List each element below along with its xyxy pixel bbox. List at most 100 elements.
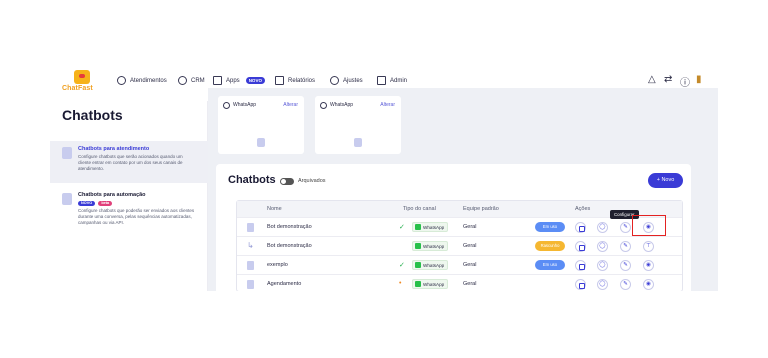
col-canal: Tipo do canal [403, 206, 436, 212]
channel-card[interactable]: WhatsApp Alterar [315, 96, 401, 154]
table-row[interactable]: exemplo ✓ WhatsApp Geral Em uso ◯ ✎ ◉ [237, 255, 682, 274]
main-area: WhatsApp Alterar WhatsApp Alterar Chatbo… [208, 88, 718, 291]
bot-icon [247, 223, 254, 232]
bot-name: Bot demonstração [267, 224, 312, 230]
team-name: Geral [463, 262, 477, 268]
team-name: Geral [463, 243, 477, 249]
bot-icon [257, 138, 265, 147]
chatbots-panel: Chatbots Arquivados + Novo Nome Tipo do … [216, 164, 691, 291]
copy-icon[interactable]: ◯ [597, 241, 608, 252]
status-badge: Em uso [535, 222, 565, 232]
configure-icon[interactable]: ◉ [643, 279, 654, 290]
channel-card[interactable]: WhatsApp Alterar [218, 96, 304, 154]
beta-tag: beta [98, 200, 113, 206]
alterar-link[interactable]: Alterar [380, 102, 395, 108]
check-icon: ✓ [399, 262, 405, 269]
report-icon [275, 76, 284, 85]
alterar-link[interactable]: Alterar [283, 102, 298, 108]
table-row[interactable]: Agendamento • WhatsApp Geral ◯ ✎ ◉ [237, 274, 682, 291]
sidebar-item-automacao[interactable]: Chatbots para automação NOVO beta Config… [50, 187, 208, 241]
publish-icon[interactable]: ⊤ [643, 241, 654, 252]
configure-icon[interactable]: ◉ [643, 260, 654, 271]
chatfast-logo[interactable]: ChatFast [62, 70, 102, 96]
table-row[interactable]: ↳ Bot demonstração WhatsApp Geral Rascun… [237, 236, 682, 255]
nav-apps[interactable]: Apps NOVO [213, 76, 265, 85]
copy-icon[interactable]: ◯ [597, 260, 608, 271]
bot-name: exemplo [267, 262, 288, 268]
nav-label: Admin [390, 77, 408, 84]
bot-icon [62, 147, 72, 159]
channel-label: WhatsApp [423, 224, 445, 230]
sub-item-arrow-icon: ↳ [247, 241, 254, 250]
bell-icon[interactable]: △ [648, 74, 656, 85]
nav-relatorios[interactable]: Relatórios [275, 76, 315, 85]
archived-label: Arquivados [298, 178, 326, 184]
edit-flow-icon[interactable] [575, 222, 586, 233]
check-icon: ✓ [399, 224, 405, 231]
status-badge: Rascunho [535, 241, 565, 251]
chat-icon [117, 76, 126, 85]
sidebar-item-atendimento[interactable]: Chatbots para atendimento Configure chat… [50, 141, 208, 183]
edit-flow-icon[interactable] [575, 241, 586, 252]
nav-label: CRM [191, 77, 205, 84]
channel-label: WhatsApp [423, 262, 445, 268]
pencil-icon[interactable]: ✎ [620, 260, 631, 271]
copy-icon[interactable]: ◯ [597, 279, 608, 290]
nav-atendimentos[interactable]: Atendimentos [117, 76, 167, 85]
bot-name: Agendamento [267, 281, 302, 287]
table-row[interactable]: Bot demonstração ✓ WhatsApp Geral Em uso… [237, 217, 682, 236]
copy-icon[interactable]: ◯ [597, 222, 608, 233]
channel-chip: WhatsApp [412, 260, 449, 270]
pencil-icon[interactable]: ✎ [620, 222, 631, 233]
new-chatbot-button[interactable]: + Novo [648, 173, 683, 188]
bot-icon [62, 193, 72, 205]
page-title: Chatbots [62, 107, 123, 123]
channel-chip: WhatsApp [412, 279, 449, 289]
share-icon[interactable]: ⇄ [664, 74, 672, 85]
channel-label: WhatsApp [423, 243, 445, 249]
edit-flow-icon[interactable] [575, 260, 586, 271]
whatsapp-icon [415, 262, 421, 268]
nav-label: Ajustes [343, 77, 363, 84]
pencil-icon[interactable]: ✎ [620, 279, 631, 290]
col-nome: Nome [267, 206, 282, 212]
edit-flow-icon[interactable] [575, 279, 586, 290]
nav-crm[interactable]: CRM [178, 76, 205, 85]
sidebar: Chatbots Chatbots para atendimento Confi… [50, 101, 208, 291]
channel-chip: WhatsApp [412, 222, 449, 232]
col-acoes: Ações [575, 206, 591, 212]
status-badge: Em uso [535, 260, 565, 270]
new-tag: NOVO [78, 200, 96, 206]
logo-text: ChatFast [62, 85, 93, 92]
nav-admin[interactable]: Admin [377, 76, 407, 85]
panel-title: Chatbots [228, 174, 276, 186]
team-name: Geral [463, 281, 477, 287]
bot-name: Bot demonstração [267, 243, 312, 249]
crm-icon [178, 76, 187, 85]
team-name: Geral [463, 224, 477, 230]
pencil-icon[interactable]: ✎ [620, 241, 631, 252]
col-equipe: Equipe padrão [463, 206, 499, 212]
books-icon[interactable]: ▮ [696, 74, 702, 85]
help-icon[interactable]: ⓘ [680, 74, 690, 89]
nav-label: Apps [226, 77, 240, 84]
whatsapp-icon [223, 102, 230, 109]
channel-chip: WhatsApp [412, 241, 449, 251]
nav-ajustes[interactable]: Ajustes [330, 76, 363, 85]
archived-toggle[interactable] [280, 178, 294, 185]
bot-icon [354, 138, 362, 147]
whatsapp-icon [320, 102, 327, 109]
admin-icon [377, 76, 386, 85]
grid-icon [213, 76, 222, 85]
sidebar-item-title: Chatbots para atendimento [78, 146, 150, 152]
whatsapp-icon [415, 224, 421, 230]
channel-label: WhatsApp [423, 281, 445, 287]
channel-name: WhatsApp [233, 102, 257, 108]
gear-icon [330, 76, 339, 85]
sidebar-item-desc: Configure chatbots que poderão ser envia… [78, 208, 195, 225]
channel-name: WhatsApp [330, 102, 354, 108]
tag-group: NOVO beta [78, 200, 114, 206]
bot-icon [247, 280, 254, 289]
whatsapp-icon [415, 281, 421, 287]
whatsapp-icon [415, 243, 421, 249]
